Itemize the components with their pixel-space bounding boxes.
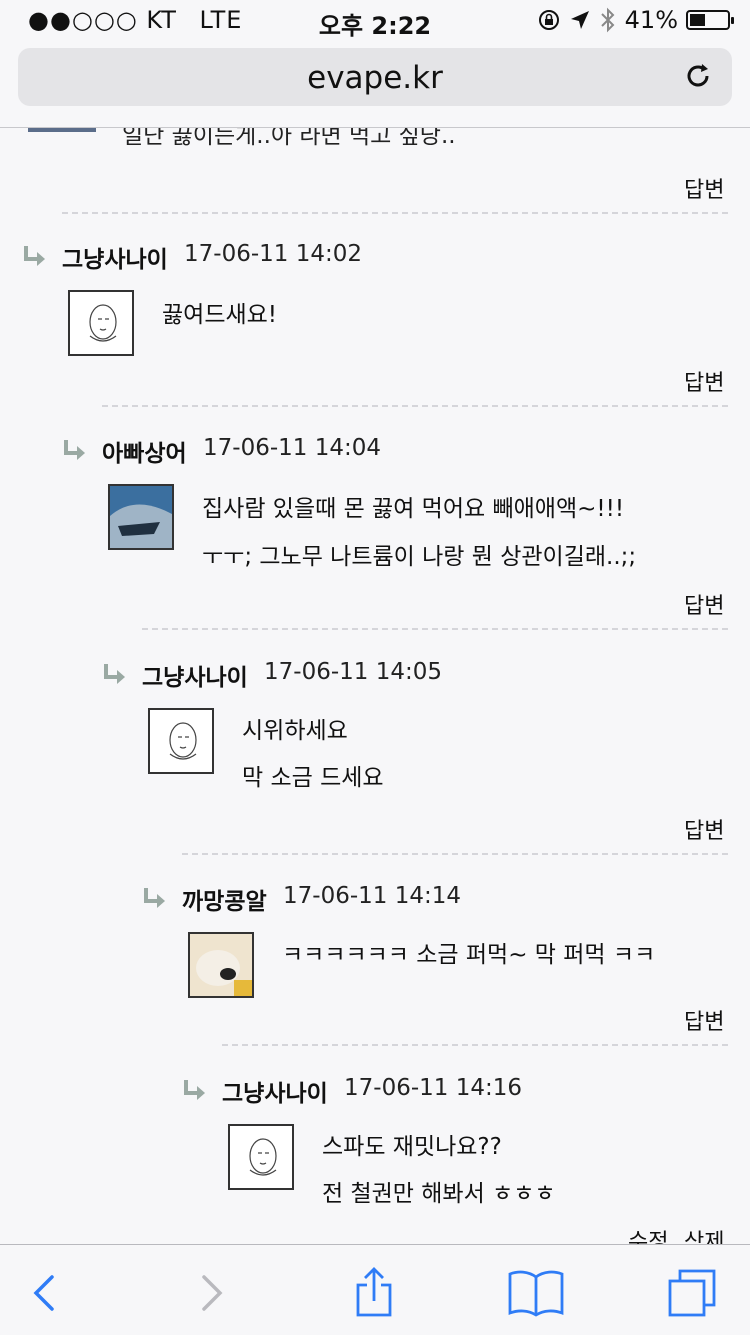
share-icon[interactable] [346, 1265, 402, 1321]
comment-text: 집사람 있을때 몬 끓여 먹어요 빼애애액~!!! [202, 496, 625, 522]
reply-arrow-icon [104, 664, 125, 684]
comment-author[interactable]: 그냥사나이 [142, 658, 248, 692]
comment-author[interactable]: 아빠상어 [102, 434, 187, 468]
edit-link[interactable]: 수정 [628, 1224, 668, 1244]
avatar [188, 932, 254, 998]
comment-divider [182, 853, 728, 855]
comment-time: 17-06-11 14:04 [203, 435, 381, 461]
avatar [228, 1124, 294, 1190]
reload-icon[interactable] [680, 58, 716, 94]
comment-text: 스파도 재밋나요?? [322, 1134, 502, 1160]
reply-arrow-icon [24, 246, 45, 266]
comment-text: 전 철권만 해봐서 ㅎㅎㅎ [322, 1181, 556, 1207]
avatar [148, 708, 214, 774]
reply-link[interactable]: 답변 [684, 172, 724, 204]
reply-arrow-icon [64, 440, 85, 460]
status-bar: ●●○○○ KT LTE 오후 2:22 41% [0, 0, 750, 40]
battery-percent: 41% [624, 6, 678, 34]
tabs-icon[interactable] [666, 1265, 722, 1321]
previous-comment-text: 일단 끓이는게..아 라면 먹고 싶당.. [122, 128, 456, 149]
bookmarks-icon[interactable] [506, 1265, 566, 1321]
comment-time: 17-06-11 14:16 [344, 1075, 522, 1101]
comment-time: 17-06-11 14:05 [264, 659, 442, 685]
comment-text: ㅜㅜ; 그노무 나트륨이 나랑 뭔 상관이길래..;; [202, 544, 637, 570]
avatar [68, 290, 134, 356]
previous-avatar [28, 128, 96, 132]
reply-link[interactable]: 답변 [684, 588, 724, 620]
address-bar[interactable]: evape.kr [18, 48, 732, 106]
status-right: 41% [537, 6, 734, 34]
comment-text: 시위하세요 [242, 718, 348, 744]
browser-toolbar [0, 1244, 750, 1335]
reply-arrow-icon [184, 1080, 205, 1100]
comment-time: 17-06-11 14:14 [283, 883, 461, 909]
delete-link[interactable]: 삭제 [684, 1224, 724, 1244]
comment-divider [142, 628, 728, 630]
bluetooth-icon [600, 7, 615, 33]
battery-icon [686, 10, 734, 30]
reply-arrow-icon [144, 888, 165, 908]
comment-list: 일단 끓이는게..아 라면 먹고 싶당.. 답변 그냥사나이 17-06-11 … [0, 128, 750, 1244]
comment-time: 17-06-11 14:02 [184, 241, 362, 267]
reply-link[interactable]: 답변 [684, 365, 724, 397]
comment-author[interactable]: 까망콩알 [182, 882, 267, 916]
comment-divider [62, 212, 728, 214]
comment-divider [222, 1044, 728, 1046]
avatar [108, 484, 174, 550]
comment-text: 끓여드새요! [162, 302, 278, 328]
forward-icon[interactable] [184, 1265, 240, 1321]
reply-link[interactable]: 답변 [684, 813, 724, 845]
battery-level [690, 14, 705, 26]
back-icon[interactable] [16, 1265, 72, 1321]
location-icon [570, 11, 589, 29]
comment-author[interactable]: 그냥사나이 [222, 1074, 328, 1108]
comment-author[interactable]: 그냥사나이 [62, 240, 168, 274]
reply-link[interactable]: 답변 [684, 1004, 724, 1036]
comment-text: ㅋㅋㅋㅋㅋㅋ 소금 퍼먹~ 막 퍼먹 ㅋㅋ [282, 942, 656, 968]
url-text[interactable]: evape.kr [18, 60, 732, 96]
comment-text: 막 소금 드세요 [242, 765, 384, 791]
comment-divider [102, 405, 728, 407]
rotation-lock-icon [538, 10, 559, 30]
